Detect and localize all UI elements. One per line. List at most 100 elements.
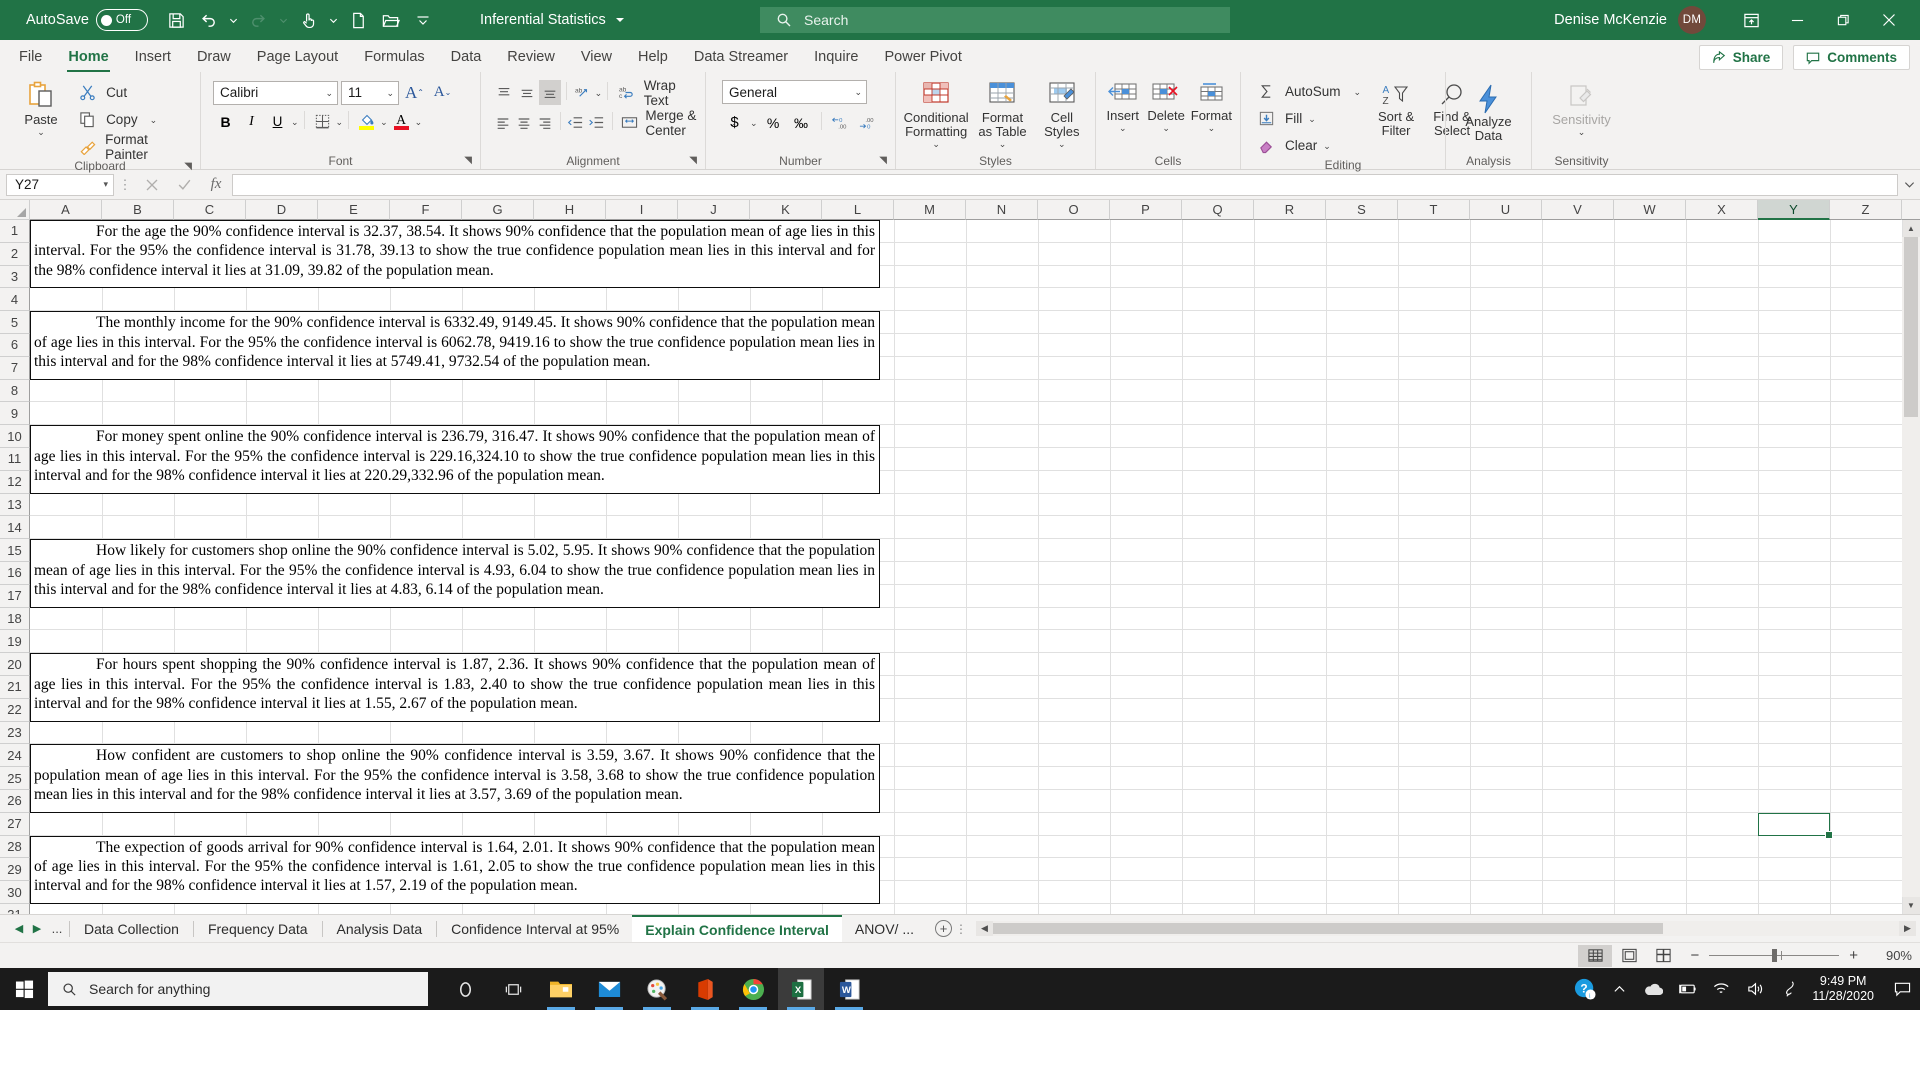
row-header-17[interactable]: 17: [0, 584, 30, 608]
insert-cells-dropdown-icon[interactable]: ⌄: [1119, 124, 1127, 133]
volume-icon[interactable]: [1738, 968, 1772, 1010]
search-input[interactable]: Search: [760, 7, 1230, 33]
excel-icon[interactable]: X: [778, 968, 824, 1010]
merged-text-cell[interactable]: For money spent online the 90% confidenc…: [30, 425, 880, 494]
format-cells-dropdown-icon[interactable]: ⌄: [1208, 124, 1216, 133]
row-header-2[interactable]: 2: [0, 242, 30, 266]
column-header-y[interactable]: Y: [1758, 200, 1830, 220]
tab-page-layout[interactable]: Page Layout: [244, 42, 351, 72]
merged-text-cell[interactable]: How likely for customers shop online the…: [30, 539, 880, 608]
delete-cells-dropdown-icon[interactable]: ⌄: [1162, 124, 1170, 133]
sheet-tab-analysis-data[interactable]: Analysis Data: [324, 915, 436, 942]
notifications-icon[interactable]: [1884, 968, 1920, 1010]
autosave-control[interactable]: AutoSave Off: [26, 9, 148, 31]
zoom-out-button[interactable]: −: [1690, 947, 1699, 964]
zoom-slider-thumb[interactable]: [1771, 948, 1777, 962]
wifi-icon[interactable]: [1704, 968, 1738, 1010]
row-header-10[interactable]: 10: [0, 425, 30, 448]
column-header-k[interactable]: K: [750, 200, 822, 220]
format-as-table-dropdown-icon[interactable]: ⌄: [999, 140, 1007, 149]
task-view-icon[interactable]: [490, 968, 536, 1010]
zoom-in-button[interactable]: +: [1849, 947, 1858, 964]
column-header-i[interactable]: I: [606, 200, 678, 220]
row-header-28[interactable]: 28: [0, 835, 30, 859]
add-sheet-button[interactable]: +: [934, 920, 952, 937]
column-header-p[interactable]: P: [1110, 200, 1182, 220]
column-header-l[interactable]: L: [822, 200, 894, 220]
row-header-8[interactable]: 8: [0, 379, 30, 403]
clear-button[interactable]: Clear ⌄: [1251, 133, 1364, 158]
column-header-b[interactable]: B: [102, 200, 174, 220]
sheet-tab-frequency-data[interactable]: Frequency Data: [195, 915, 321, 942]
show-hidden-icons-icon[interactable]: [1602, 968, 1636, 1010]
font-dialog-launcher[interactable]: ◥: [464, 155, 472, 166]
select-all-corner[interactable]: [0, 200, 30, 220]
row-header-1[interactable]: 1: [0, 220, 30, 243]
column-header-d[interactable]: D: [246, 200, 318, 220]
row-header-18[interactable]: 18: [0, 607, 30, 631]
row-header-3[interactable]: 3: [0, 265, 30, 289]
column-header-f[interactable]: F: [390, 200, 462, 220]
tab-view[interactable]: View: [568, 42, 625, 72]
sheet-tab-anova[interactable]: ANOV/ ...: [842, 915, 927, 942]
file-explorer-icon[interactable]: [538, 968, 584, 1010]
tab-review[interactable]: Review: [494, 42, 568, 72]
column-header-c[interactable]: C: [174, 200, 246, 220]
underline-dropdown-icon[interactable]: ⌄: [291, 117, 299, 126]
fill-button[interactable]: Fill ⌄: [1251, 106, 1364, 131]
merged-text-cell[interactable]: The monthly income for the 90% confidenc…: [30, 311, 880, 380]
clipboard-dialog-launcher[interactable]: ◥: [184, 161, 192, 172]
borders-icon[interactable]: [310, 109, 335, 134]
taskbar-search-input[interactable]: Search for anything: [48, 972, 428, 1006]
column-header-g[interactable]: G: [462, 200, 534, 220]
bold-button[interactable]: B: [213, 109, 238, 134]
analyze-data-button[interactable]: Analyze Data: [1458, 82, 1520, 143]
row-header-19[interactable]: 19: [0, 630, 30, 654]
undo-dropdown-icon[interactable]: [226, 5, 242, 35]
merged-text-cell[interactable]: For the age the 90% confidence interval …: [30, 220, 880, 289]
close-button[interactable]: [1866, 0, 1912, 40]
row-header-11[interactable]: 11: [0, 447, 30, 471]
decrease-font-size-icon[interactable]: A ⌄: [430, 80, 455, 105]
tab-power-pivot[interactable]: Power Pivot: [871, 42, 974, 72]
tab-insert[interactable]: Insert: [122, 42, 184, 72]
check-icon[interactable]: [168, 173, 200, 197]
underline-button[interactable]: U: [265, 109, 290, 134]
row-header-26[interactable]: 26: [0, 789, 30, 813]
horizontal-scroll-thumb[interactable]: [992, 923, 1664, 934]
font-size-select[interactable]: 11 ⌄: [341, 80, 399, 105]
tab-formulas[interactable]: Formulas: [351, 42, 437, 72]
borders-dropdown-icon[interactable]: ⌄: [336, 117, 344, 126]
ribbon-display-options-icon[interactable]: [1728, 0, 1774, 40]
grid-cells[interactable]: For the age the 90% confidence interval …: [30, 220, 1903, 914]
decrease-decimal-icon[interactable]: .00 0: [857, 110, 882, 135]
column-header-o[interactable]: O: [1038, 200, 1110, 220]
comments-button[interactable]: Comments: [1793, 45, 1910, 70]
tab-inquire[interactable]: Inquire: [801, 42, 871, 72]
tab-data[interactable]: Data: [438, 42, 495, 72]
chrome-icon[interactable]: [730, 968, 776, 1010]
row-header-7[interactable]: 7: [0, 356, 30, 380]
font-family-select[interactable]: Calibri ⌄: [213, 80, 338, 105]
office-icon[interactable]: [682, 968, 728, 1010]
tab-data-streamer[interactable]: Data Streamer: [681, 42, 801, 72]
insert-function-icon[interactable]: fx: [200, 173, 232, 197]
format-cells-button[interactable]: Format ⌄: [1189, 80, 1234, 133]
comma-style-button[interactable]: ‰: [789, 110, 814, 135]
row-header-13[interactable]: 13: [0, 493, 30, 517]
selected-cell[interactable]: [1758, 812, 1833, 839]
row-header-12[interactable]: 12: [0, 470, 30, 494]
paint-3d-icon[interactable]: [634, 968, 680, 1010]
format-painter-button[interactable]: Format Painter: [72, 132, 194, 162]
column-header-m[interactable]: M: [894, 200, 966, 220]
tab-home[interactable]: Home: [55, 42, 121, 72]
autosum-button[interactable]: AutoSum ⌄: [1251, 79, 1364, 104]
tab-file[interactable]: File: [6, 42, 55, 72]
currency-button[interactable]: $: [722, 110, 747, 135]
row-header-30[interactable]: 30: [0, 881, 30, 904]
formula-input[interactable]: [232, 173, 1898, 196]
restore-button[interactable]: [1820, 0, 1866, 40]
open-folder-icon[interactable]: [376, 5, 406, 35]
clear-dropdown-icon[interactable]: ⌄: [1323, 141, 1331, 150]
name-box[interactable]: Y27 ▾: [6, 173, 114, 196]
